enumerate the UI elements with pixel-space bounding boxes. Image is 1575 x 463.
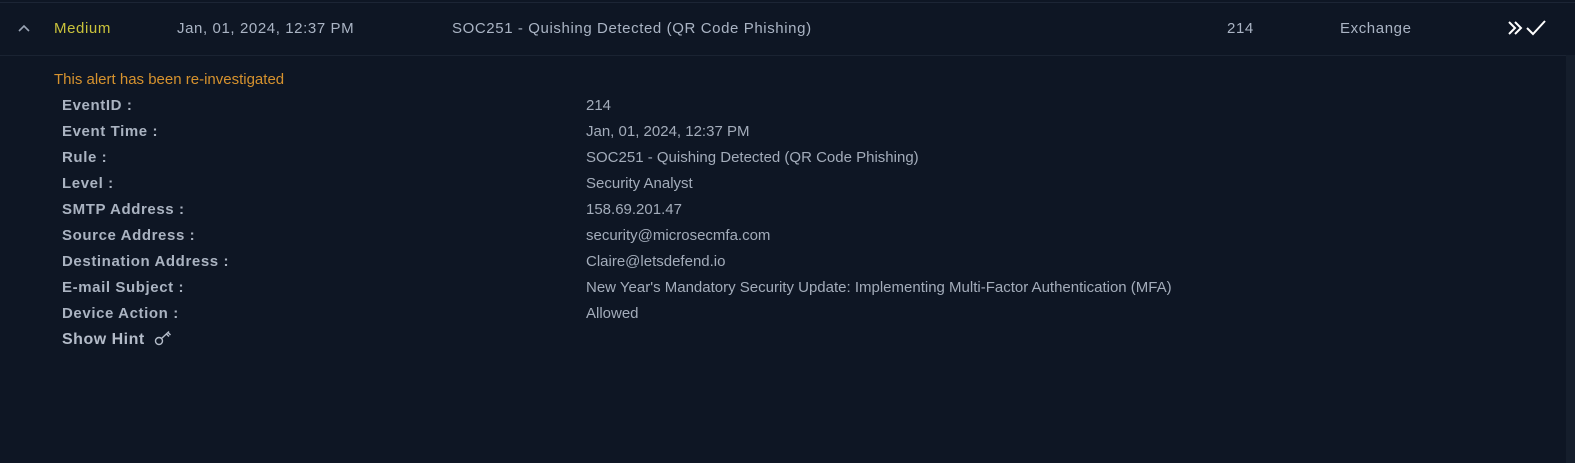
detail-label: Destination Address :: [62, 253, 230, 270]
alert-level: Medium: [54, 20, 111, 37]
detail-value: 158.69.201.47: [586, 201, 682, 218]
alert-actions: [1500, 16, 1550, 40]
detail-value: New Year's Mandatory Security Update: Im…: [586, 279, 1172, 296]
detail-label: Source Address :: [62, 227, 196, 244]
alert-row[interactable]: Medium Jan, 01, 2024, 12:37 PM SOC251 - …: [0, 3, 1575, 56]
checkmark-icon[interactable]: [1525, 16, 1547, 44]
double-chevron-right-icon[interactable]: [1506, 16, 1524, 44]
alert-detail-page: Medium Jan, 01, 2024, 12:37 PM SOC251 - …: [0, 0, 1575, 463]
reinvestigated-notice: This alert has been re-investigated: [54, 71, 285, 88]
detail-value: 214: [586, 97, 612, 114]
alert-time: Jan, 01, 2024, 12:37 PM: [177, 20, 355, 37]
detail-value: SOC251 - Quishing Detected (QR Code Phis…: [586, 149, 919, 166]
detail-label: EventID :: [62, 97, 133, 114]
show-hint-button[interactable]: Show Hint: [62, 330, 172, 349]
detail-value: Security Analyst: [586, 175, 693, 192]
detail-label: Level :: [62, 175, 114, 192]
chevron-up-icon[interactable]: [15, 21, 33, 35]
detail-value: Jan, 01, 2024, 12:37 PM: [586, 123, 750, 140]
detail-value: Claire@letsdefend.io: [586, 253, 726, 270]
alert-source: Exchange: [1340, 20, 1412, 37]
detail-value: security@microsecmfa.com: [586, 227, 771, 244]
key-icon: [154, 330, 171, 346]
detail-label: SMTP Address :: [62, 201, 185, 218]
alert-event-id: 214: [1227, 20, 1254, 37]
detail-label: Event Time :: [62, 123, 159, 140]
alert-rule: SOC251 - Quishing Detected (QR Code Phis…: [452, 20, 812, 37]
detail-value: Allowed: [586, 305, 639, 322]
detail-label: E-mail Subject :: [62, 279, 185, 296]
detail-label: Device Action :: [62, 305, 179, 322]
scrollbar[interactable]: [1566, 55, 1575, 463]
detail-label: Rule :: [62, 149, 108, 166]
show-hint-label: Show Hint: [62, 331, 145, 348]
